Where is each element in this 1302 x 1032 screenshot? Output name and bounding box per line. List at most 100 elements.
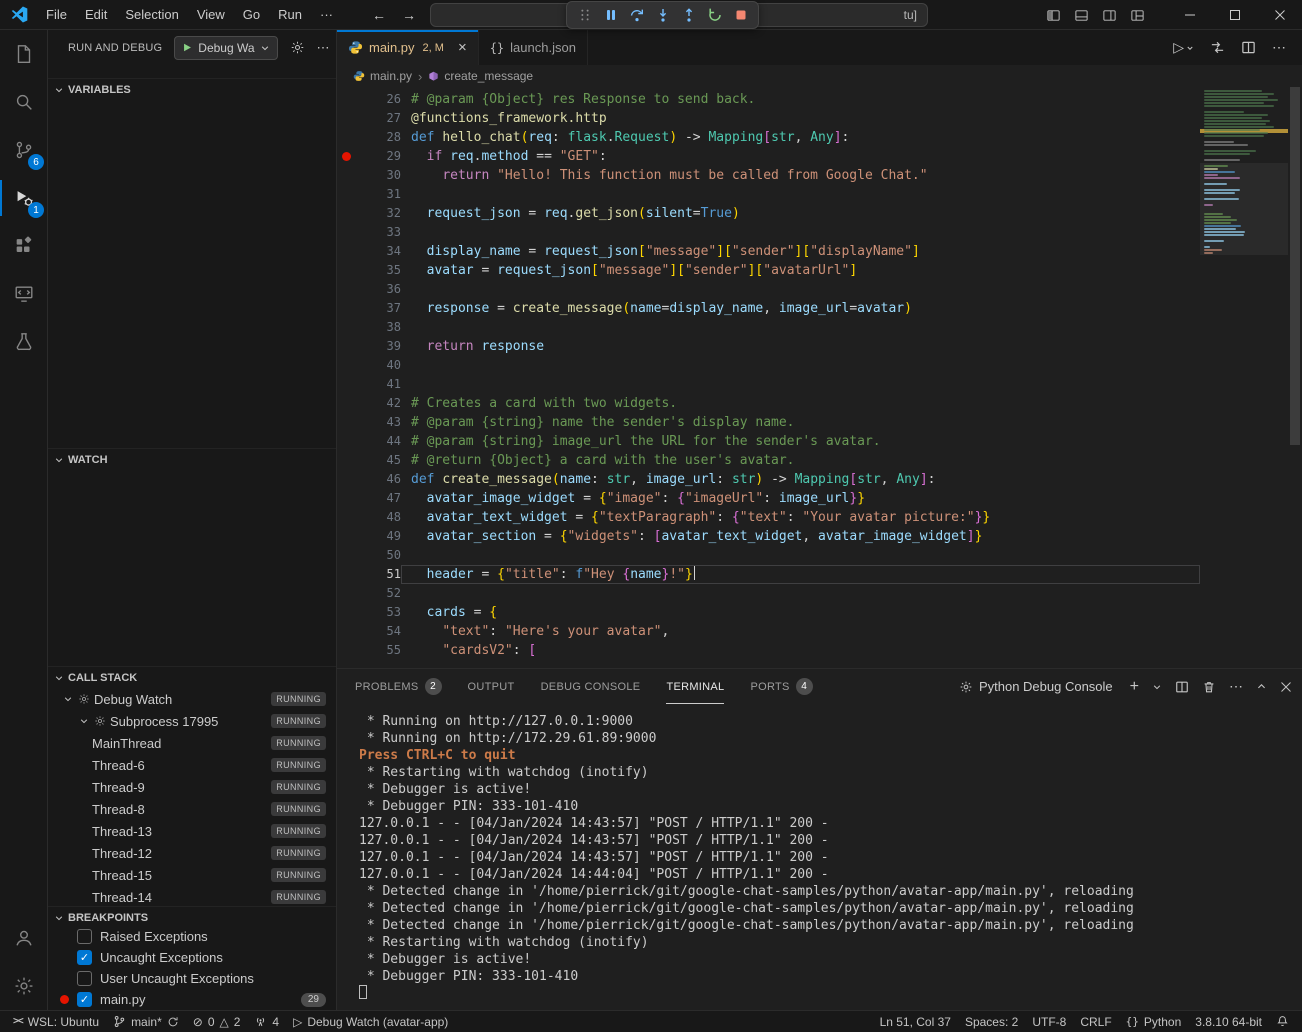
callstack-row[interactable]: Thread-6RUNNING <box>48 754 336 776</box>
callstack-row[interactable]: Debug WatchRUNNING <box>48 688 336 710</box>
kill-terminal-icon[interactable] <box>1202 680 1216 694</box>
tab-main-py[interactable]: main.py 2, M × <box>337 30 479 65</box>
minimize-icon[interactable] <box>1167 0 1212 30</box>
open-changes-icon[interactable] <box>1210 40 1225 55</box>
activity-item-accounts[interactable] <box>0 914 48 962</box>
step-out-icon[interactable] <box>677 4 700 27</box>
terminal-output[interactable]: * Running on http://127.0.0.1:9000 * Run… <box>337 704 1288 1010</box>
split-terminal-icon[interactable] <box>1175 680 1189 694</box>
debug-session-status[interactable]: ▷ Debug Watch (avatar-app) <box>286 1011 455 1032</box>
notifications-bell[interactable] <box>1269 1011 1296 1032</box>
stop-icon[interactable] <box>729 4 752 27</box>
panel-tab-problems[interactable]: PROBLEMS2 <box>355 669 442 704</box>
breakpoint-row[interactable]: Raised Exceptions <box>48 926 336 947</box>
customize-layout-icon[interactable] <box>1130 8 1145 23</box>
terminal-dropdown-chevron-icon[interactable] <box>1152 682 1162 692</box>
restart-icon[interactable] <box>703 4 726 27</box>
minimap-line <box>1204 231 1245 233</box>
scrollbar-thumb[interactable] <box>1290 87 1300 445</box>
drag-handle-icon[interactable] <box>573 4 596 27</box>
ports-status[interactable]: 4 <box>247 1011 286 1032</box>
menu-view[interactable]: View <box>188 0 234 30</box>
callstack-row[interactable]: Thread-9RUNNING <box>48 776 336 798</box>
panel-more-actions-icon[interactable]: ⋯ <box>1229 678 1243 695</box>
step-into-icon[interactable] <box>651 4 674 27</box>
breakpoint-checkbox[interactable]: ✓ <box>77 950 92 965</box>
python-interpreter-status[interactable]: 3.8.10 64-bit <box>1188 1011 1269 1032</box>
callstack-row[interactable]: Thread-12RUNNING <box>48 842 336 864</box>
code-editor[interactable]: 26# @param {Object} res Response to send… <box>337 87 1302 668</box>
breakpoint-dot[interactable] <box>337 152 355 161</box>
activity-item-explorer[interactable] <box>0 30 48 78</box>
editor-more-actions-icon[interactable]: ⋯ <box>1272 39 1286 56</box>
editor-scrollbar[interactable] <box>1288 87 1302 668</box>
menu-overflow[interactable]: ··· <box>311 0 342 30</box>
callstack-row[interactable]: Thread-14RUNNING <box>48 886 336 908</box>
toggle-panel-icon[interactable] <box>1074 8 1089 23</box>
tab-launch-json[interactable]: {} launch.json <box>479 30 588 65</box>
minimap[interactable] <box>1200 89 1288 668</box>
cursor-position-status[interactable]: Ln 51, Col 37 <box>873 1011 958 1032</box>
variables-section-header[interactable]: VARIABLES <box>48 78 336 100</box>
activity-item-testing[interactable] <box>0 318 48 366</box>
breakpoint-row[interactable]: ✓Uncaught Exceptions <box>48 947 336 968</box>
panel-tab-terminal[interactable]: TERMINAL <box>666 669 724 704</box>
breakpoint-checkbox[interactable] <box>77 971 92 986</box>
breakpoint-checkbox[interactable] <box>77 929 92 944</box>
close-panel-icon[interactable] <box>1280 681 1292 693</box>
encoding-status[interactable]: UTF-8 <box>1025 1011 1073 1032</box>
menu-go[interactable]: Go <box>234 0 269 30</box>
text-cursor <box>694 565 696 580</box>
menu-selection[interactable]: Selection <box>116 0 187 30</box>
maximize-icon[interactable] <box>1212 0 1257 30</box>
close-window-icon[interactable] <box>1257 0 1302 30</box>
terminal-profile[interactable]: Python Debug Console <box>959 679 1113 694</box>
activity-item-settings[interactable] <box>0 962 48 1010</box>
breakpoint-row[interactable]: User Uncaught Exceptions <box>48 968 336 989</box>
activity-item-run-and-debug[interactable]: 1 <box>0 174 48 222</box>
eol-status[interactable]: CRLF <box>1073 1011 1118 1032</box>
panel-tab-debug-console[interactable]: DEBUG CONSOLE <box>541 669 641 704</box>
watch-section-header[interactable]: WATCH <box>48 448 336 470</box>
step-over-icon[interactable] <box>625 4 648 27</box>
remote-indicator[interactable]: >< WSL: Ubuntu <box>6 1011 106 1032</box>
activity-item-source-control[interactable]: 6 <box>0 126 48 174</box>
problems-status[interactable]: ⊘ 0 △ 2 <box>186 1011 248 1032</box>
git-branch-status[interactable]: main* <box>106 1011 186 1032</box>
go-back-icon[interactable]: ← <box>372 7 386 23</box>
maximize-panel-icon[interactable] <box>1256 681 1267 692</box>
callstack-row[interactable]: Thread-8RUNNING <box>48 798 336 820</box>
callstack-row[interactable]: Subprocess 17995RUNNING <box>48 710 336 732</box>
sidebar-more-actions-icon[interactable]: ⋯ <box>317 40 330 56</box>
menu-file[interactable]: File <box>37 0 76 30</box>
breadcrumb-file[interactable]: main.py <box>353 69 412 83</box>
callstack-row[interactable]: MainThreadRUNNING <box>48 732 336 754</box>
callstack-row[interactable]: Thread-15RUNNING <box>48 864 336 886</box>
menu-edit[interactable]: Edit <box>76 0 116 30</box>
indentation-status[interactable]: Spaces: 2 <box>958 1011 1025 1032</box>
activity-item-search[interactable] <box>0 78 48 126</box>
new-terminal-icon[interactable]: + <box>1130 678 1139 696</box>
debug-settings-gear-icon[interactable] <box>290 40 305 55</box>
toggle-secondary-sidebar-icon[interactable] <box>1102 8 1117 23</box>
split-editor-icon[interactable] <box>1241 40 1256 55</box>
menu-run[interactable]: Run <box>269 0 311 30</box>
breakpoint-row[interactable]: ✓main.py29 <box>48 989 336 1010</box>
run-python-file-button[interactable]: ▷ <box>1173 39 1194 56</box>
breakpoint-checkbox[interactable]: ✓ <box>77 992 92 1007</box>
go-forward-icon[interactable]: → <box>402 7 416 23</box>
language-mode-status[interactable]: {} Python <box>1119 1011 1189 1032</box>
activity-item-extensions[interactable] <box>0 222 48 270</box>
activity-item-remote-explorer[interactable] <box>0 270 48 318</box>
call-stack-section-header[interactable]: CALL STACK <box>48 666 336 688</box>
breakpoints-section-header[interactable]: BREAKPOINTS <box>48 906 336 928</box>
panel-tab-ports[interactable]: PORTS4 <box>750 669 812 704</box>
line-gutter: 50 <box>337 546 401 565</box>
callstack-row[interactable]: Thread-13RUNNING <box>48 820 336 842</box>
breadcrumb-symbol[interactable]: create_message <box>428 69 533 83</box>
toggle-sidebar-icon[interactable] <box>1046 8 1061 23</box>
pause-icon[interactable] <box>599 4 622 27</box>
close-tab-icon[interactable]: × <box>458 40 467 55</box>
panel-tab-output[interactable]: OUTPUT <box>468 669 515 704</box>
launch-config-dropdown[interactable]: Debug Wa <box>174 36 277 60</box>
